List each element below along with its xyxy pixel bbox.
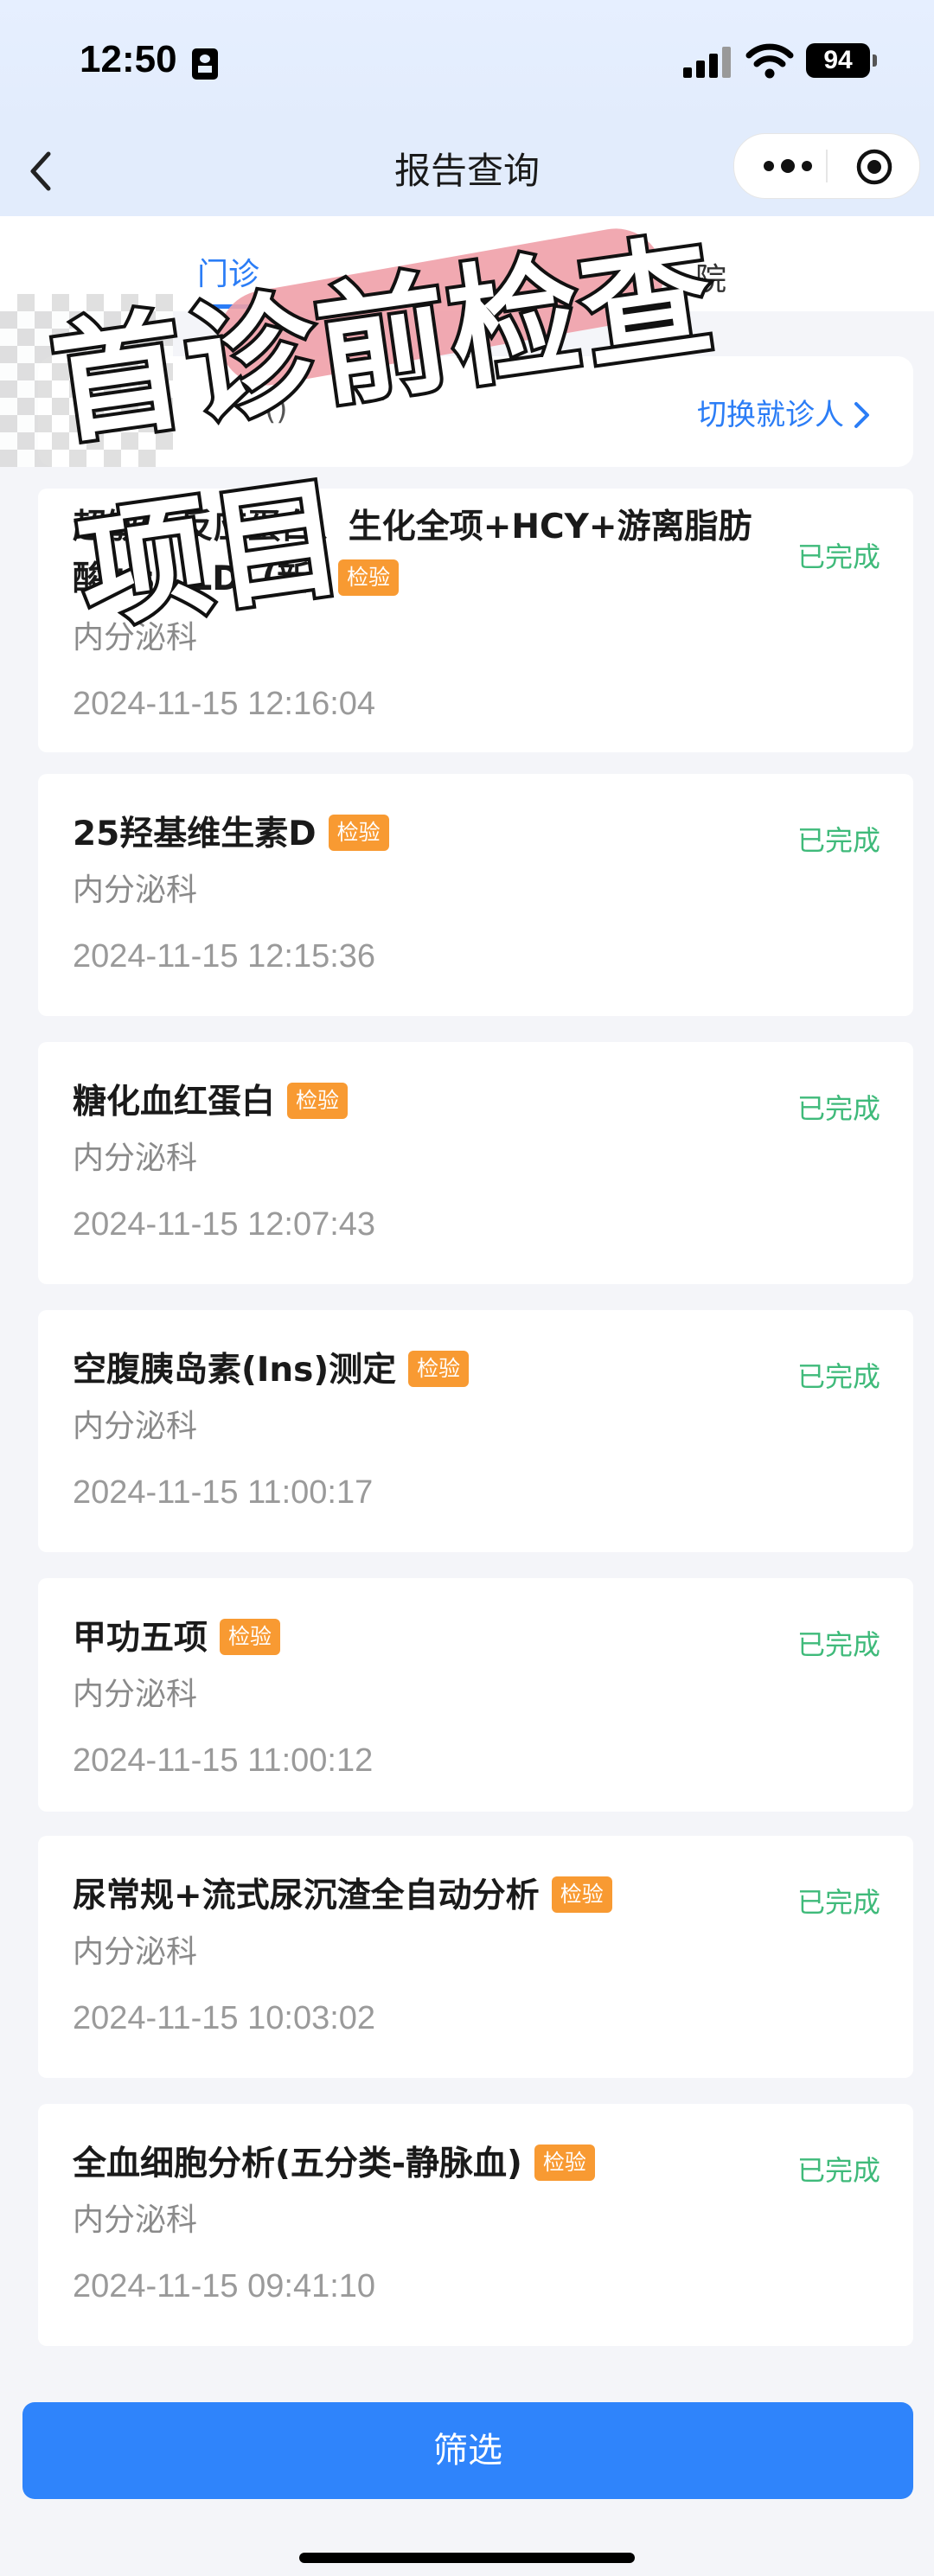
report-title: 甲功五项 检验 (73, 1613, 782, 1665)
report-status: 已完成 (796, 824, 880, 857)
bottom-bar: 筛选 (0, 2369, 934, 2576)
test-type-tag: 检验 (534, 2145, 595, 2181)
report-status: 已完成 (796, 540, 880, 573)
test-type-tag: 检验 (408, 1351, 470, 1387)
report-status: 已完成 (796, 1886, 880, 1919)
report-card[interactable]: 空腹胰岛素(Ins)测定 检验 内分泌科 2024-11-15 11:00:17 … (38, 1310, 913, 1552)
report-card[interactable]: 糖化血红蛋白 检验 内分泌科 2024-11-15 12:07:43 已完成 (38, 1042, 913, 1284)
report-department: 内分泌科 (73, 1409, 198, 1444)
status-bar: 12:50 94 (0, 0, 934, 130)
report-status: 已完成 (796, 2154, 880, 2187)
cellular-signal-icon (683, 45, 732, 78)
report-status: 已完成 (796, 1360, 880, 1393)
report-time: 2024-11-15 12:15:36 (73, 938, 376, 975)
report-department: 内分泌科 (73, 1141, 198, 1176)
report-time: 2024-11-15 12:07:43 (73, 1206, 376, 1243)
report-time: 2024-11-15 12:16:04 (73, 686, 376, 722)
report-department: 内分泌科 (73, 1677, 198, 1712)
test-type-tag: 检验 (287, 1083, 349, 1119)
test-type-tag: 检验 (551, 1876, 612, 1913)
clock: 12:50 (80, 38, 177, 80)
report-department: 内分泌科 (73, 1934, 198, 1970)
report-title: 25羟基维生素D 检验 (73, 809, 782, 860)
report-card[interactable]: 全血细胞分析(五分类-静脉血) 检验 内分泌科 2024-11-15 09:41:… (38, 2104, 913, 2346)
report-card[interactable]: 25羟基维生素D 检验 内分泌科 2024-11-15 12:15:36 已完成 (38, 774, 913, 1016)
report-time: 2024-11-15 10:03:02 (73, 2000, 376, 2036)
report-title: 全血细胞分析(五分类-静脉血) 检验 (73, 2138, 782, 2190)
report-department: 内分泌科 (73, 873, 198, 908)
filter-button[interactable]: 筛选 (22, 2402, 913, 2499)
report-status: 已完成 (796, 1628, 880, 1661)
chevron-right-icon (854, 402, 869, 428)
report-time: 2024-11-15 09:41:10 (73, 2268, 376, 2304)
report-status: 已完成 (796, 1092, 880, 1125)
id-card-icon (192, 48, 218, 80)
close-target-icon[interactable] (855, 148, 893, 186)
report-card[interactable]: 尿常规+流式尿沉渣全自动分析 检验 内分泌科 2024-11-15 10:03:0… (38, 1836, 913, 2078)
report-department: 内分泌科 (73, 2202, 198, 2238)
test-type-tag: 检验 (220, 1619, 281, 1655)
report-time: 2024-11-15 11:00:17 (73, 1474, 374, 1511)
report-time: 2024-11-15 11:00:12 (73, 1742, 374, 1779)
wifi-icon (745, 43, 794, 79)
report-title: 糖化血红蛋白 检验 (73, 1077, 782, 1128)
report-title: 空腹胰岛素(Ins)测定 检验 (73, 1345, 782, 1397)
report-card[interactable]: 甲功五项 检验 内分泌科 2024-11-15 11:00:12 已完成 (38, 1578, 913, 1812)
report-title: 尿常规+流式尿沉渣全自动分析 检验 (73, 1870, 782, 1922)
test-type-tag: 检验 (328, 815, 389, 851)
home-indicator (299, 2553, 635, 2563)
battery-indicator: 94 (806, 43, 877, 78)
